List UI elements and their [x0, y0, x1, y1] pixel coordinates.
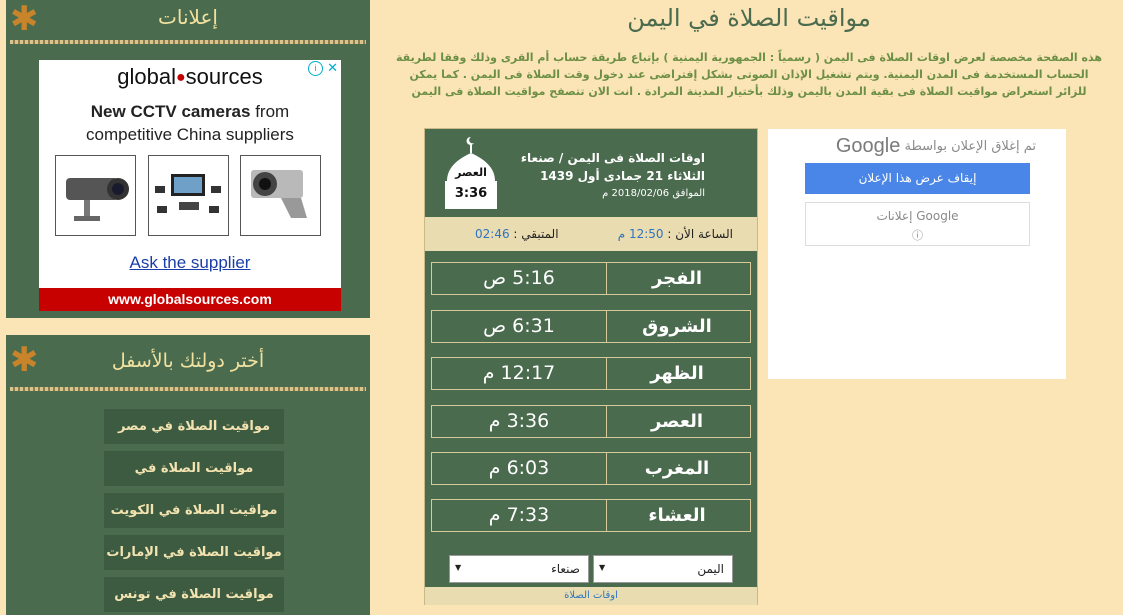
prayer-name: العصر: [650, 411, 704, 432]
ad-logo: global●sources: [117, 64, 263, 89]
time-status-bar: الساعة الأن : 12:50 م المتبقي : 02:46: [425, 217, 757, 251]
prayer-time: 12:17 م: [482, 362, 556, 384]
widget-location-info: اوقات الصلاة فى اليمن / صنعاء الثلاثاء 2…: [521, 149, 705, 203]
chevron-down-icon: ▼: [455, 563, 462, 572]
country-select[interactable]: اليمن ▼: [593, 555, 733, 583]
dvr-kit-image[interactable]: [147, 155, 229, 236]
prayer-name: المغرب: [644, 458, 710, 479]
prayer-row-asr: العصر 3:36 م: [431, 405, 751, 438]
prayer-time: 6:03 م: [488, 457, 550, 479]
ad-footer-url[interactable]: www.globalsources.com: [39, 288, 341, 311]
intro-text: هذه الصفحة مخصصة لعرض اوقات الصلاة فى ال…: [396, 51, 1102, 98]
gregorian-date: الموافق 2018/02/06 م: [602, 188, 705, 199]
prayer-time: 6:31 ص: [483, 315, 555, 337]
prayer-time: 7:33 م: [488, 504, 550, 526]
box-camera-image[interactable]: [240, 155, 321, 236]
hijri-date: الثلاثاء 21 جمادى أول 1439: [540, 169, 705, 183]
prayer-row-fajr: الفجر 5:16 ص: [431, 262, 751, 295]
prayer-name: الظهر: [650, 363, 704, 384]
ad-closed-notice: تم إغلاق الإعلان بواسطة Google: [835, 135, 1036, 157]
prayer-name: العشاء: [648, 505, 706, 526]
prayer-row-isha: العشاء 7:33 م: [431, 499, 751, 532]
country-link-tunisia[interactable]: مواقيت الصلاة في تونس: [104, 577, 284, 612]
decorative-divider: [10, 387, 366, 391]
widget-footer-link[interactable]: اوقات الصلاة: [425, 587, 757, 605]
ask-supplier-link[interactable]: Ask the supplier: [39, 253, 341, 273]
global-sources-ad[interactable]: i ✕ global●sources New CCTV cameras from…: [39, 60, 341, 311]
city-select[interactable]: صنعاء ▼: [449, 555, 589, 583]
info-icon: ⓘ: [912, 229, 923, 242]
decorative-divider: [10, 40, 366, 44]
country-link-kuwait[interactable]: مواقيت الصلاة في الكويت: [104, 493, 284, 528]
widget-selectors: اليمن ▼ صنعاء ▼ اوقات الصلاة: [425, 547, 757, 605]
google-logo: Google: [835, 135, 901, 157]
prayer-time: 5:16 ص: [483, 267, 555, 289]
prayer-row-sunrise: الشروق 6:31 ص: [431, 310, 751, 343]
location-text: اوقات الصلاة فى اليمن / صنعاء: [520, 151, 705, 165]
country-link-uae[interactable]: مواقيت الصلاة في الإمارات: [104, 535, 284, 570]
ad-product-images: [55, 155, 321, 236]
prayer-row-maghrib: المغرب 6:03 م: [431, 452, 751, 485]
prayer-time: 3:36 م: [488, 410, 550, 432]
ads-panel-title: إعلانات: [158, 5, 218, 29]
prayer-name: الشروق: [642, 316, 712, 337]
ad-headline: New CCTV cameras from competitive China …: [86, 102, 294, 144]
page-title: مواقيت الصلاة في اليمن: [627, 4, 871, 32]
next-prayer-name: العصر: [455, 166, 487, 179]
bullet-camera-image[interactable]: [55, 155, 136, 236]
remaining-time: المتبقي : 02:46: [475, 227, 559, 241]
countries-panel-title: أختر دولتك بالأسفل: [111, 350, 265, 372]
countries-panel: ✱ أختر دولتك بالأسفل مواقيت الصلاة في مص…: [6, 335, 370, 615]
stop-ad-button[interactable]: إيقاف عرض هذا الإعلان: [805, 163, 1030, 194]
prayer-row-dhuhr: الظهر 12:17 م: [431, 357, 751, 390]
closed-ad-panel: تم إغلاق الإعلان بواسطة Google إيقاف عرض…: [768, 129, 1066, 379]
why-this-ad-button[interactable]: إعلانات Google ⓘ: [805, 202, 1030, 246]
current-time: الساعة الأن : 12:50 م: [617, 227, 733, 241]
country-link-egypt[interactable]: مواقيت الصلاة في مصر: [104, 409, 284, 444]
country-link-saudi[interactable]: مواقيت الصلاة في السعودية: [104, 451, 284, 511]
prayer-times-widget: العصر 3:36 اوقات الصلاة فى اليمن / صنعاء…: [424, 128, 758, 605]
prayer-name: الفجر: [651, 268, 703, 289]
next-prayer-time: 3:36: [454, 186, 488, 201]
chevron-down-icon: ▼: [599, 563, 606, 572]
